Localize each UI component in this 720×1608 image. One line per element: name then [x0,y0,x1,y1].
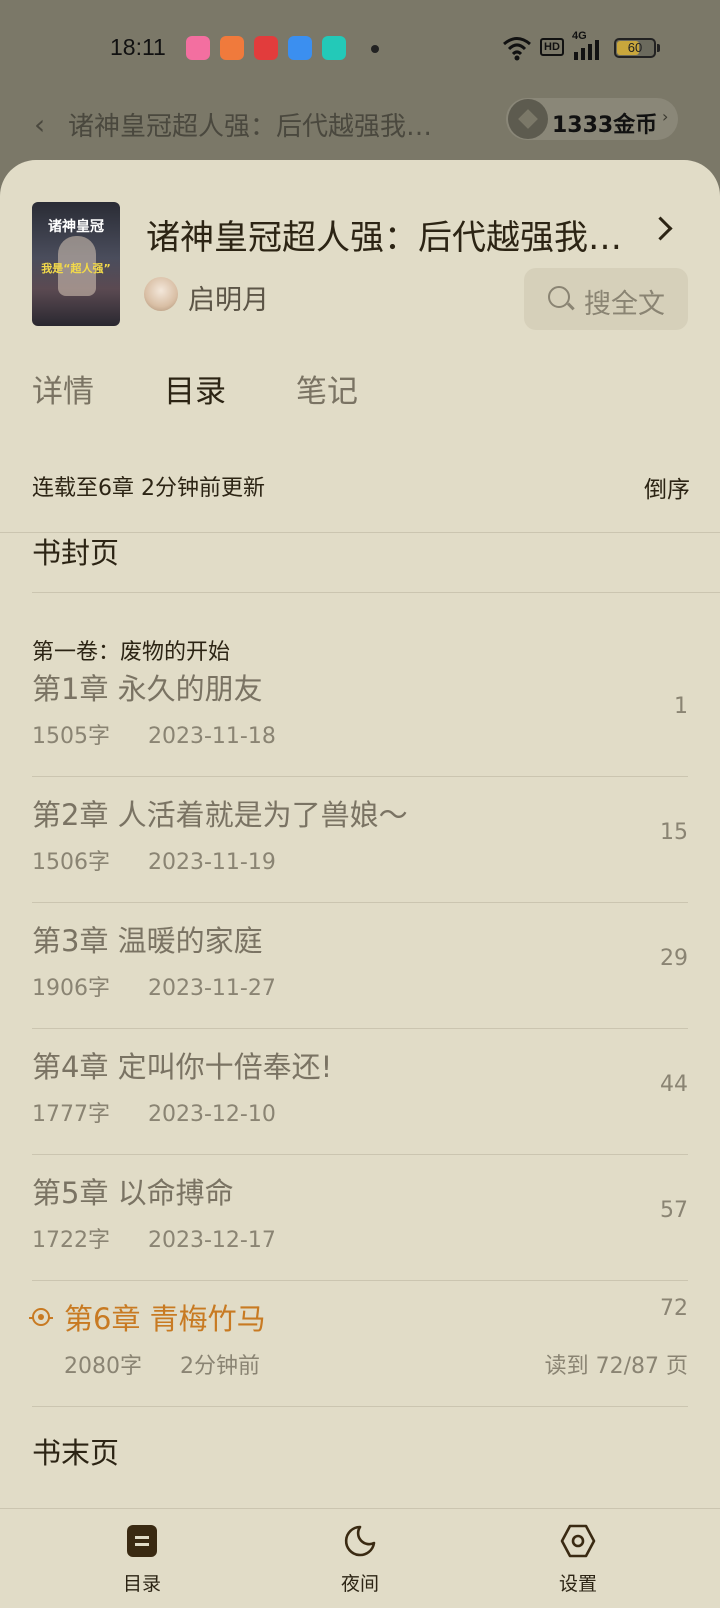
chapter-title: 第4章 定叫你十倍奉还! [32,1050,333,1084]
chapter-row[interactable]: 第1章 永久的朋友 1505字 2023-11-18 1 [0,652,720,778]
reader-header-title: 诸神皇冠超人强：后代越强我… [68,112,433,142]
chevron-right-icon: › [662,107,669,126]
chapter-meta: 2080字 2分钟前 [64,1348,260,1380]
chapter-meta: 1777字 2023-12-10 [32,1096,276,1128]
chapter-word-count: 1777字 [32,1102,110,1127]
back-arrow-icon[interactable]: ‹ [34,108,45,141]
chapter-row[interactable]: 第3章 温暖的家庭 1906字 2023-11-27 29 [0,904,720,1030]
chapter-date: 2023-11-27 [148,976,276,1001]
chapter-title: 第1章 永久的朋友 [32,672,263,706]
nav-settings[interactable]: 设置 [518,1509,638,1608]
chapter-row[interactable]: 第2章 人活着就是为了兽娘～ 1506字 2023-11-19 15 [0,778,720,904]
chapter-word-count: 1506字 [32,850,110,875]
chapter-date: 2023-11-18 [148,724,276,749]
chapter-word-count: 1722字 [32,1228,110,1253]
chapter-page: 72 [660,1296,688,1321]
search-icon [548,286,570,308]
search-full-text-button[interactable]: 搜全文 [524,268,688,330]
divider [32,1154,688,1155]
chapter-title: 第2章 人活着就是为了兽娘～ [32,798,408,832]
tab-details[interactable]: 详情 [32,366,94,411]
divider [32,1280,688,1281]
coin-balance[interactable]: 1333金币 › [506,98,678,140]
chapter-page: 57 [660,1198,688,1223]
nav-catalog-label: 目录 [122,1573,161,1595]
cover-title: 诸神皇冠 [48,219,104,235]
status-bar: 18:11 HD 4G 60 [0,0,720,90]
bilibili-comics-icon [186,36,210,60]
reading-progress: 读到 72/87 页 [544,1354,688,1379]
reader-header: ‹ 诸神皇冠超人强：后代越强我… 1333金币 › [0,90,720,160]
tab-catalog[interactable]: 目录 [164,366,226,411]
book-cover[interactable]: 诸神皇冠 我是“超人强” [32,202,120,326]
nav-night[interactable]: 夜间 [300,1509,420,1608]
chapter-page: 15 [660,820,688,845]
chapter-meta: 1722字 2023-12-17 [32,1222,276,1254]
chapter-word-count: 2080字 [64,1354,142,1379]
chapter-title: 第6章 青梅竹马 [64,1302,266,1336]
divider [32,1406,688,1407]
nav-settings-label: 设置 [558,1573,597,1595]
divider [32,902,688,903]
author-avatar [144,277,178,311]
battery-icon: 60 [614,38,656,58]
heart-app-icon [254,36,278,60]
divider [32,592,720,593]
chapter-page: 29 [660,946,688,971]
cover-page-entry[interactable]: 书封页 [32,530,119,572]
chapter-date: 2023-12-17 [148,1228,276,1253]
blue-app-icon [288,36,312,60]
search-full-text-label: 搜全文 [584,289,665,320]
hd-badge: HD [540,38,564,56]
chapter-meta: 1505字 2023-11-18 [32,718,276,750]
chapter-word-count: 1505字 [32,724,110,749]
tab-notes[interactable]: 笔记 [296,366,358,411]
chapter-date: 2023-12-10 [148,1102,276,1127]
chapter-meta: 1506字 2023-11-19 [32,844,276,876]
divider [32,776,688,777]
signal-icon [574,40,599,60]
coin-amount: 1333金币 [552,113,658,138]
chapter-row[interactable]: 第5章 以命搏命 1722字 2023-12-17 57 [0,1156,720,1282]
end-page-entry[interactable]: 书末页 [32,1430,119,1472]
chapter-page: 1 [674,694,688,719]
wifi-icon [503,37,531,61]
b-app-icon [322,36,346,60]
chapter-row[interactable]: 第6章 青梅竹马 2080字 2分钟前 72 读到 72/87 页 [0,1282,720,1408]
catalog-icon [127,1525,157,1557]
sort-reverse-button[interactable]: 倒序 [644,470,690,504]
reader-icon [220,36,244,60]
tab-bar: 详情 目录 笔记 [0,366,720,426]
notification-dot [371,45,379,53]
chapter-title: 第3章 温暖的家庭 [32,924,263,958]
chapter-meta: 1906字 2023-11-27 [32,970,276,1002]
chevron-right-icon[interactable] [648,216,673,241]
status-time: 18:11 [110,34,166,60]
chapter-title: 第5章 以命搏命 [32,1176,234,1210]
update-status: 连载至6章 2分钟前更新 [32,476,265,501]
nav-catalog[interactable]: 目录 [82,1509,202,1608]
chapter-word-count: 1906字 [32,976,110,1001]
coin-icon [508,99,548,139]
settings-hexagon-icon [560,1524,596,1558]
bottom-nav: 目录 夜间 设置 [0,1508,720,1608]
nav-night-label: 夜间 [340,1573,379,1595]
locate-icon [29,1308,53,1326]
chapter-page: 44 [660,1072,688,1097]
battery-nub [657,44,660,52]
book-title[interactable]: 诸神皇冠超人强：后代越强我… [146,210,622,259]
catalog-sheet: 诸神皇冠 我是“超人强” 诸神皇冠超人强：后代越强我… 启明月 搜全文 详情 目… [0,160,720,1608]
chapter-row[interactable]: 第4章 定叫你十倍奉还! 1777字 2023-12-10 44 [0,1030,720,1156]
chapter-date: 2023-11-19 [148,850,276,875]
author-name[interactable]: 启明月 [188,278,269,317]
chapter-date: 2分钟前 [180,1354,260,1379]
cover-subtitle: 我是“超人强” [41,262,111,275]
divider [32,1028,688,1029]
moon-icon [344,1525,376,1557]
battery-level: 60 [627,40,643,55]
